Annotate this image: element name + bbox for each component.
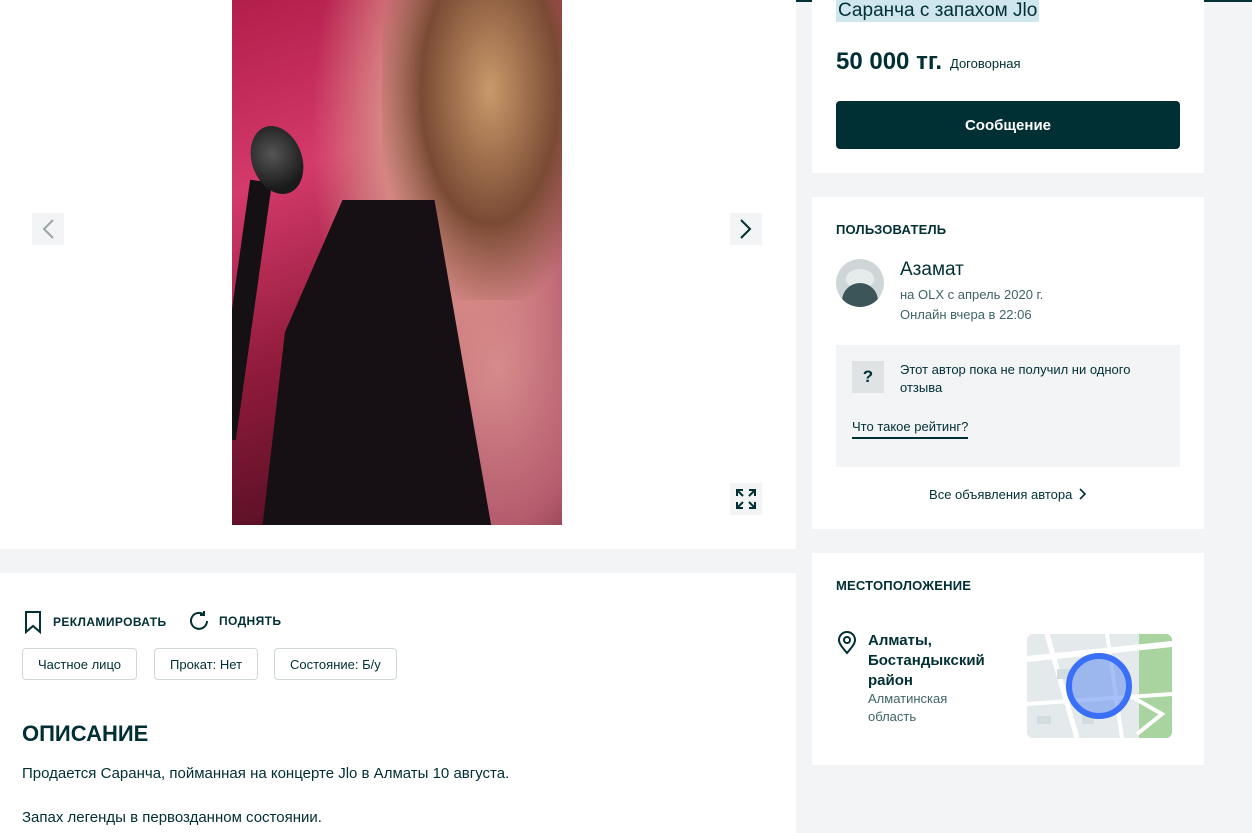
tag-rental: Прокат: Нет bbox=[154, 648, 259, 680]
listing-photo[interactable] bbox=[232, 0, 562, 525]
listing-details-card: РЕКЛАМИРОВАТЬ ПОДНЯТЬ Частное лицо Прока… bbox=[0, 573, 796, 833]
description-heading: ОПИСАНИЕ bbox=[22, 721, 149, 746]
listing-title: Саранча с запахом Jlo bbox=[836, 0, 1040, 22]
raise-label: ПОДНЯТЬ bbox=[219, 614, 282, 628]
all-ads-label: Все объявления автора bbox=[929, 487, 1073, 502]
expand-icon[interactable] bbox=[730, 483, 762, 515]
tag-private-person: Частное лицо bbox=[22, 648, 137, 680]
tag-condition: Состояние: Б/у bbox=[274, 648, 397, 680]
raise-button[interactable]: ПОДНЯТЬ bbox=[188, 610, 281, 632]
listing-price: 50 000 тг. bbox=[836, 48, 943, 75]
rating-info-link[interactable]: Что такое рейтинг? bbox=[852, 419, 969, 439]
chevron-right-icon bbox=[1079, 488, 1087, 500]
promote-button[interactable]: РЕКЛАМИРОВАТЬ bbox=[22, 610, 167, 634]
chevron-right-icon[interactable] bbox=[730, 213, 762, 245]
description-line-2: Запах легенды в первозданном состоянии. bbox=[22, 809, 322, 826]
rating-text: Этот автор пока не получил ни одного отз… bbox=[900, 362, 1131, 395]
bookmark-icon bbox=[25, 611, 41, 634]
avatar[interactable] bbox=[836, 259, 884, 307]
refresh-icon bbox=[190, 611, 208, 630]
listing-summary-card: Саранча с запахом Jlo 50 000 тг. Договор… bbox=[812, 0, 1204, 173]
location-section-title: МЕСТОПОЛОЖЕНИЕ bbox=[836, 578, 972, 593]
location-city: Алматы, Бостандыкский район bbox=[868, 632, 985, 689]
location-pin-icon bbox=[837, 631, 857, 655]
rating-box: ? Этот автор пока не получил ни одного о… bbox=[836, 345, 1180, 467]
user-since: на OLX с апрель 2020 г. bbox=[900, 287, 1044, 302]
user-name[interactable]: Азамат bbox=[900, 259, 964, 281]
user-online-status: Онлайн вчера в 22:06 bbox=[900, 307, 1032, 322]
price-negotiable-label: Договорная bbox=[950, 56, 1021, 71]
promote-label: РЕКЛАМИРОВАТЬ bbox=[53, 615, 167, 629]
chevron-left-icon[interactable] bbox=[32, 213, 64, 245]
question-icon: ? bbox=[852, 361, 884, 393]
user-section-title: ПОЛЬЗОВАТЕЛЬ bbox=[836, 222, 947, 237]
user-card: ПОЛЬЗОВАТЕЛЬ Азамат на OLX с апрель 2020… bbox=[812, 197, 1204, 529]
location-region: Алматинская область bbox=[868, 691, 948, 724]
all-author-ads-link[interactable]: Все объявления автора bbox=[812, 487, 1204, 502]
photo-gallery bbox=[0, 0, 796, 549]
location-map[interactable] bbox=[1027, 634, 1172, 738]
description-line-1: Продается Саранча, пойманная на концерте… bbox=[22, 765, 510, 782]
location-card: МЕСТОПОЛОЖЕНИЕ Алматы, Бостандыкский рай… bbox=[812, 553, 1204, 765]
message-button[interactable]: Сообщение bbox=[836, 101, 1180, 149]
